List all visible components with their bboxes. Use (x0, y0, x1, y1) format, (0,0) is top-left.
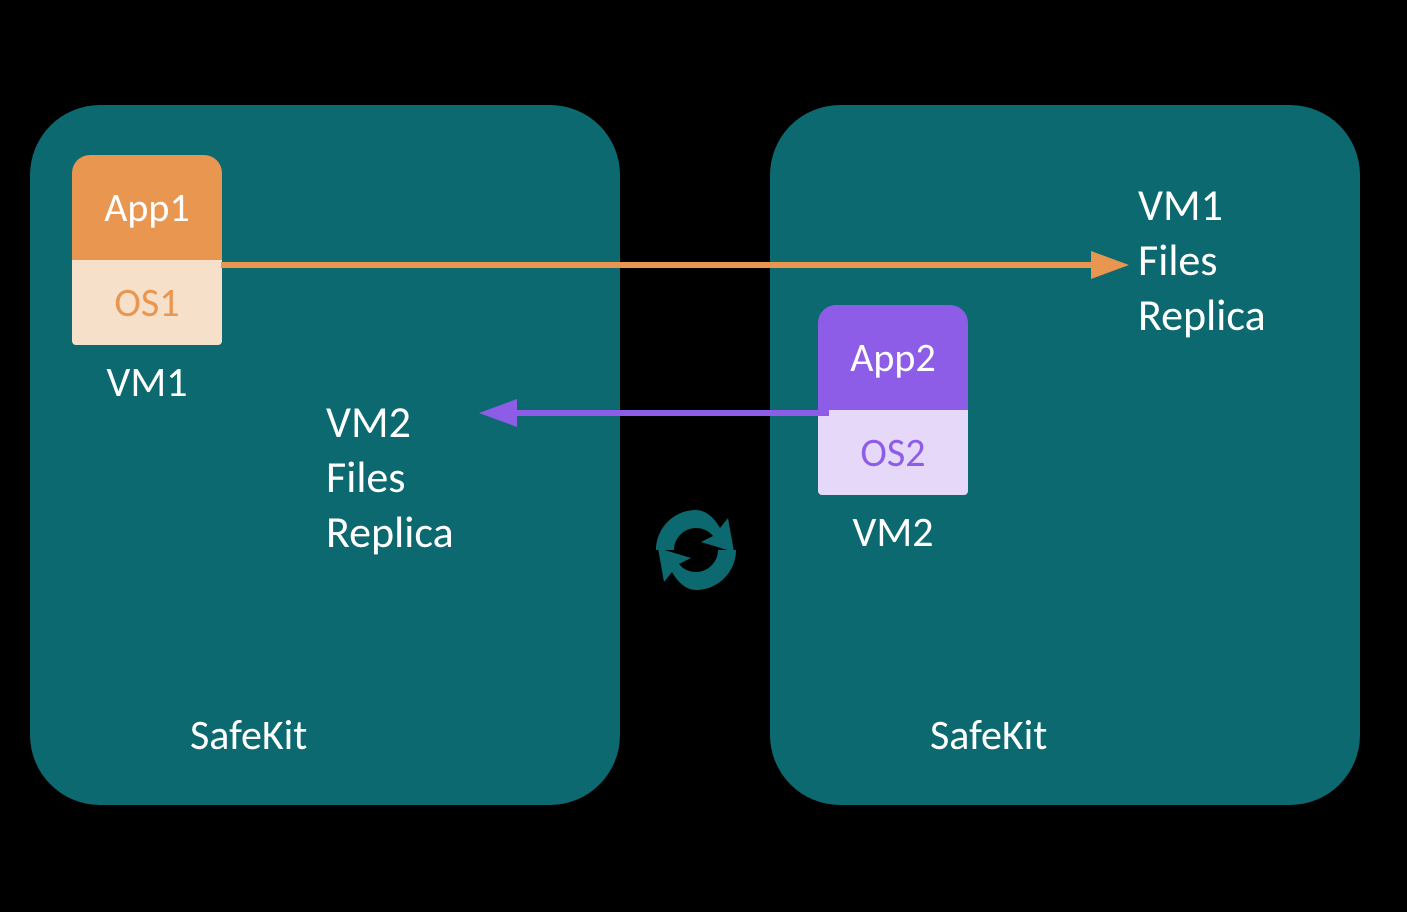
replica-left-line3: Replica (326, 505, 526, 560)
vm2-label: VM2 (818, 507, 968, 558)
os2-box: OS2 (818, 410, 968, 495)
replica-right: VM1 Files Replica (1138, 178, 1338, 343)
os1-box: OS1 (72, 260, 222, 345)
safekit-label-right: SafeKit (930, 710, 1047, 761)
safekit-label-left: SafeKit (190, 710, 307, 761)
app1-box: App1 (72, 155, 222, 260)
vm1-label: VM1 (72, 357, 222, 408)
replica-left-line1: VM2 (326, 395, 526, 450)
replica-right-line1: VM1 (1138, 178, 1338, 233)
replica-right-line2: Files (1138, 233, 1338, 288)
vm2-block: App2 OS2 VM2 (818, 305, 968, 558)
replica-left: VM2 Files Replica (326, 395, 526, 560)
sync-icon (646, 500, 746, 600)
diagram-canvas: SafeKit SafeKit App1 OS1 VM1 App2 OS2 VM… (0, 0, 1407, 912)
replica-left-line2: Files (326, 450, 526, 505)
app2-box: App2 (818, 305, 968, 410)
replica-right-line3: Replica (1138, 288, 1338, 343)
vm1-block: App1 OS1 VM1 (72, 155, 222, 408)
